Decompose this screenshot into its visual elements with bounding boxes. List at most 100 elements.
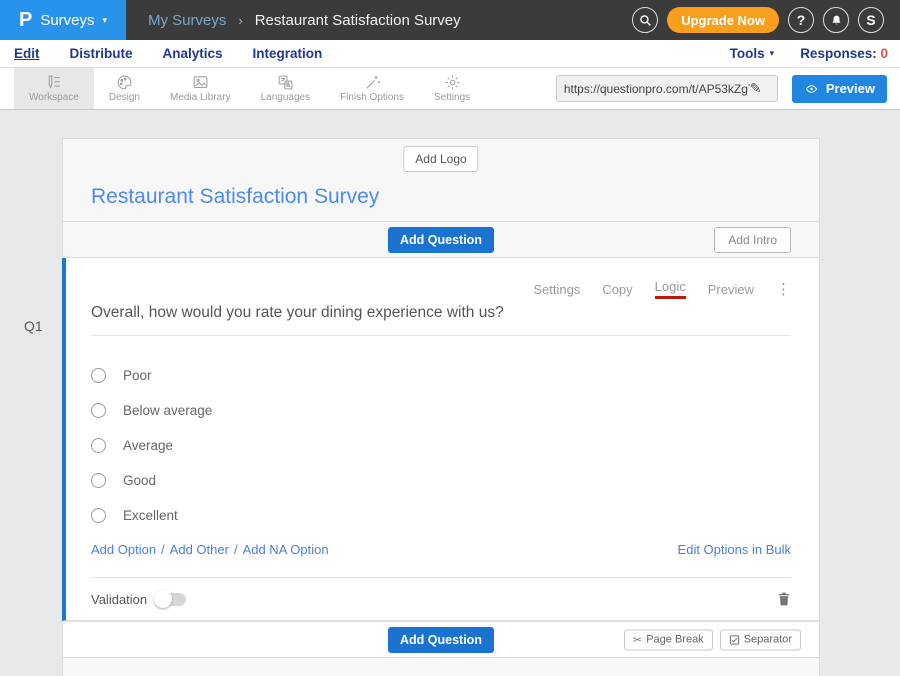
add-logo-button[interactable]: Add Logo bbox=[403, 146, 478, 172]
edit-url-pencil-icon[interactable]: ✎ bbox=[750, 80, 762, 97]
editor-canvas: Q1 Add Logo Restaurant Satisfaction Surv… bbox=[0, 110, 900, 676]
option-tools-row: Add Option / Add Other / Add NA Option E… bbox=[91, 539, 791, 559]
toolbar-label: Languages bbox=[261, 92, 311, 103]
toolbar-media-library[interactable]: Media Library bbox=[155, 68, 246, 109]
responses-count: 0 bbox=[880, 46, 888, 61]
image-icon bbox=[191, 74, 210, 91]
page-break-label: Page Break bbox=[646, 634, 703, 646]
nav-right: Tools ▾ Responses: 0 bbox=[730, 46, 888, 61]
survey-header-section: Add Logo Restaurant Satisfaction Survey bbox=[62, 138, 820, 222]
breadcrumb: My Surveys › Restaurant Satisfaction Sur… bbox=[148, 12, 461, 29]
question-actions: Settings Copy Logic Preview ⋮ bbox=[91, 258, 791, 298]
validation-toggle[interactable] bbox=[156, 593, 186, 606]
more-options-icon[interactable]: ⋮ bbox=[776, 282, 791, 297]
header-actions: Upgrade Now ? S bbox=[632, 7, 884, 33]
question-preview-link[interactable]: Preview bbox=[708, 282, 754, 297]
add-question-button-bottom[interactable]: Add Question bbox=[388, 627, 494, 653]
answer-option-row[interactable]: Excellent bbox=[91, 498, 791, 533]
responses-counter[interactable]: Responses: 0 bbox=[800, 46, 888, 61]
tools-label: Tools bbox=[730, 46, 765, 61]
eye-icon bbox=[804, 83, 819, 95]
question-footer: Validation bbox=[91, 577, 791, 620]
search-button[interactable] bbox=[632, 7, 658, 33]
add-intro-button[interactable]: Add Intro bbox=[714, 227, 791, 253]
gear-icon bbox=[443, 74, 462, 91]
radio-button-icon[interactable] bbox=[91, 438, 106, 453]
translate-icon bbox=[276, 74, 295, 91]
tools-menu[interactable]: Tools ▾ bbox=[730, 46, 775, 61]
edit-options-in-bulk-link[interactable]: Edit Options in Bulk bbox=[678, 542, 791, 557]
preview-label: Preview bbox=[826, 81, 875, 96]
bell-icon bbox=[830, 14, 843, 27]
answer-option-row[interactable]: Poor bbox=[91, 358, 791, 393]
answer-options-list: Poor Below average Average Good bbox=[91, 358, 791, 533]
breadcrumb-my-surveys[interactable]: My Surveys bbox=[148, 12, 226, 29]
toolbar-right: ✎ Preview bbox=[556, 68, 887, 109]
account-avatar[interactable]: S bbox=[858, 7, 884, 33]
search-icon bbox=[639, 14, 652, 27]
toggle-knob bbox=[154, 590, 172, 608]
tab-distribute[interactable]: Distribute bbox=[70, 46, 133, 61]
palette-icon bbox=[115, 74, 134, 91]
breadcrumb-separator-icon: › bbox=[238, 13, 242, 28]
answer-option-row[interactable]: Good bbox=[91, 463, 791, 498]
option-label[interactable]: Good bbox=[123, 473, 156, 488]
option-label[interactable]: Poor bbox=[123, 368, 152, 383]
add-other-link[interactable]: Add Other bbox=[170, 542, 229, 557]
tab-integration[interactable]: Integration bbox=[253, 46, 323, 61]
responses-label: Responses: bbox=[800, 46, 877, 61]
add-question-row-top: Add Question Add Intro bbox=[62, 222, 820, 258]
nav-tabs: Edit Distribute Analytics Integration bbox=[14, 46, 322, 61]
radio-button-icon[interactable] bbox=[91, 473, 106, 488]
separator-icon bbox=[729, 634, 740, 645]
radio-button-icon[interactable] bbox=[91, 403, 106, 418]
tab-edit[interactable]: Edit bbox=[14, 46, 40, 61]
add-na-option-link[interactable]: Add NA Option bbox=[243, 542, 329, 557]
radio-button-icon[interactable] bbox=[91, 508, 106, 523]
add-question-button-top[interactable]: Add Question bbox=[388, 227, 494, 253]
toolbar-workspace[interactable]: Workspace bbox=[14, 68, 94, 109]
delete-question-button[interactable] bbox=[777, 591, 791, 607]
answer-option-row[interactable]: Below average bbox=[91, 393, 791, 428]
upgrade-now-button[interactable]: Upgrade Now bbox=[667, 7, 779, 33]
questionpro-survey-editor: P Surveys ▾ My Surveys › Restaurant Sati… bbox=[0, 0, 900, 676]
help-button[interactable]: ? bbox=[788, 7, 814, 33]
product-switcher[interactable]: P Surveys ▾ bbox=[0, 0, 126, 40]
survey-url-field[interactable]: ✎ bbox=[556, 75, 778, 102]
toolbar-label: Settings bbox=[434, 92, 470, 103]
question-number-label: Q1 bbox=[24, 318, 43, 334]
survey-url-input[interactable] bbox=[564, 82, 750, 96]
answer-option-row[interactable]: Average bbox=[91, 428, 791, 463]
questionpro-logo: P bbox=[19, 9, 32, 32]
notifications-button[interactable] bbox=[823, 7, 849, 33]
toolbar-finish-options[interactable]: Finish Options bbox=[325, 68, 419, 109]
option-label[interactable]: Below average bbox=[123, 403, 212, 418]
add-option-link[interactable]: Add Option bbox=[91, 542, 156, 557]
preview-button[interactable]: Preview bbox=[792, 75, 887, 103]
question-settings-link[interactable]: Settings bbox=[533, 282, 580, 297]
toolbar-design[interactable]: Design bbox=[94, 68, 155, 109]
survey-title[interactable]: Restaurant Satisfaction Survey bbox=[91, 185, 379, 209]
option-label[interactable]: Excellent bbox=[123, 508, 178, 523]
editor-toolbar: Workspace Design Media Library Languages… bbox=[0, 68, 900, 110]
product-name: Surveys bbox=[40, 12, 94, 29]
add-question-row-bottom: Add Question ✂ Page Break Separator bbox=[62, 621, 820, 658]
question-card: Settings Copy Logic Preview ⋮ Overall, h… bbox=[62, 258, 820, 621]
radio-button-icon[interactable] bbox=[91, 368, 106, 383]
toolbar-settings[interactable]: Settings bbox=[419, 68, 485, 109]
validation-label: Validation bbox=[91, 592, 147, 607]
toolbar-label: Finish Options bbox=[340, 92, 404, 103]
toolbar-label: Design bbox=[109, 92, 140, 103]
toolbar-languages[interactable]: Languages bbox=[246, 68, 326, 109]
top-header: P Surveys ▾ My Surveys › Restaurant Sati… bbox=[0, 0, 900, 40]
tab-analytics[interactable]: Analytics bbox=[163, 46, 223, 61]
trash-icon bbox=[777, 591, 791, 607]
page-break-button[interactable]: ✂ Page Break bbox=[624, 629, 713, 650]
chevron-down-icon: ▾ bbox=[770, 48, 775, 59]
page-tools: ✂ Page Break Separator bbox=[624, 629, 801, 650]
question-text-field[interactable]: Overall, how would you rate your dining … bbox=[91, 304, 791, 336]
separator-button[interactable]: Separator bbox=[720, 629, 801, 650]
question-copy-link[interactable]: Copy bbox=[602, 282, 632, 297]
option-label[interactable]: Average bbox=[123, 438, 173, 453]
question-logic-link[interactable]: Logic bbox=[655, 279, 686, 299]
